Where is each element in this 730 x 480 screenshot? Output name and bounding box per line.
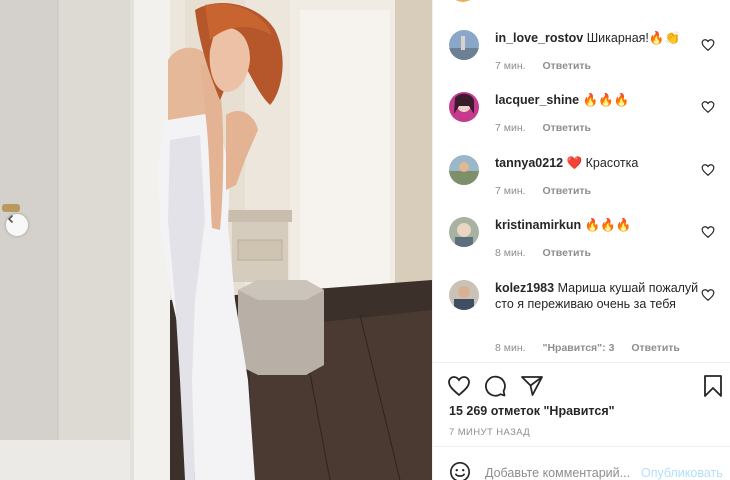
comment-meta: 7 мин. Ответить: [495, 122, 605, 134]
bookmark-icon[interactable]: [701, 374, 725, 398]
smiley-icon[interactable]: [449, 461, 471, 480]
comment-like-heart-icon[interactable]: [701, 163, 715, 177]
avatar[interactable]: [449, 30, 479, 60]
comment-text: Шикарная!🔥👏: [586, 31, 681, 45]
avatar[interactable]: [449, 92, 479, 122]
comment-time[interactable]: 7 мин.: [495, 122, 526, 134]
comment-like-heart-icon[interactable]: [701, 100, 715, 114]
comment-meta: 8 мин. "Нравится": 3 Ответить: [495, 342, 694, 354]
comment-bubble-icon[interactable]: [483, 374, 507, 398]
comment-input[interactable]: [485, 466, 635, 480]
comment-username[interactable]: in_love_rostov: [495, 31, 583, 45]
avatar[interactable]: [449, 280, 479, 310]
reply-button[interactable]: Ответить: [542, 247, 591, 259]
comment-username[interactable]: tannya0212: [495, 156, 563, 170]
reply-button[interactable]: Ответить: [631, 342, 680, 354]
chevron-left-icon: [7, 214, 14, 224]
comment-time[interactable]: 7 мин.: [495, 185, 526, 197]
reply-button[interactable]: Ответить: [542, 185, 591, 197]
comments-panel: in_love_rostov Шикарная!🔥👏 7 мин. Ответи…: [432, 0, 730, 480]
comment-username[interactable]: lacquer_shine: [495, 93, 579, 107]
divider: [433, 362, 730, 363]
comment-like-heart-icon[interactable]: [701, 38, 715, 52]
post-photo: [0, 0, 432, 480]
comment-meta: 7 мин. Ответить: [495, 185, 605, 197]
comment-text: ❤️ Красотка: [566, 156, 639, 170]
comment-like-heart-icon[interactable]: [701, 225, 715, 239]
previous-photo-button[interactable]: [6, 214, 28, 236]
paper-plane-icon[interactable]: [520, 374, 544, 398]
heart-icon[interactable]: [447, 374, 471, 398]
comment-meta: 7 мин. Ответить: [495, 60, 605, 72]
comment-like-heart-icon[interactable]: [701, 288, 715, 302]
comment-username[interactable]: kolez1983: [495, 281, 554, 295]
comment-time[interactable]: 8 мин.: [495, 342, 526, 354]
post-timestamp[interactable]: 7 минут назад: [449, 427, 530, 438]
comment-username[interactable]: kristinamirkun: [495, 218, 581, 232]
post-image: [0, 0, 432, 480]
comment-text: 🔥🔥🔥: [582, 93, 630, 107]
comment-likes-count[interactable]: "Нравится": 3: [542, 342, 614, 354]
comment-time[interactable]: 8 мин.: [495, 247, 526, 259]
divider: [433, 446, 730, 447]
comment-meta: 8 мин. Ответить: [495, 247, 605, 259]
publish-button[interactable]: Опубликовать: [641, 466, 723, 480]
avatar[interactable]: [449, 155, 479, 185]
avatar[interactable]: [449, 217, 479, 247]
comment-time[interactable]: 7 мин.: [495, 60, 526, 72]
reply-button[interactable]: Ответить: [542, 122, 591, 134]
reply-button[interactable]: Ответить: [542, 60, 591, 72]
post-author-avatar[interactable]: [449, 0, 477, 2]
comment-text: 🔥🔥🔥: [584, 218, 632, 232]
likes-count[interactable]: 15 269 отметок "Нравится": [449, 404, 615, 418]
